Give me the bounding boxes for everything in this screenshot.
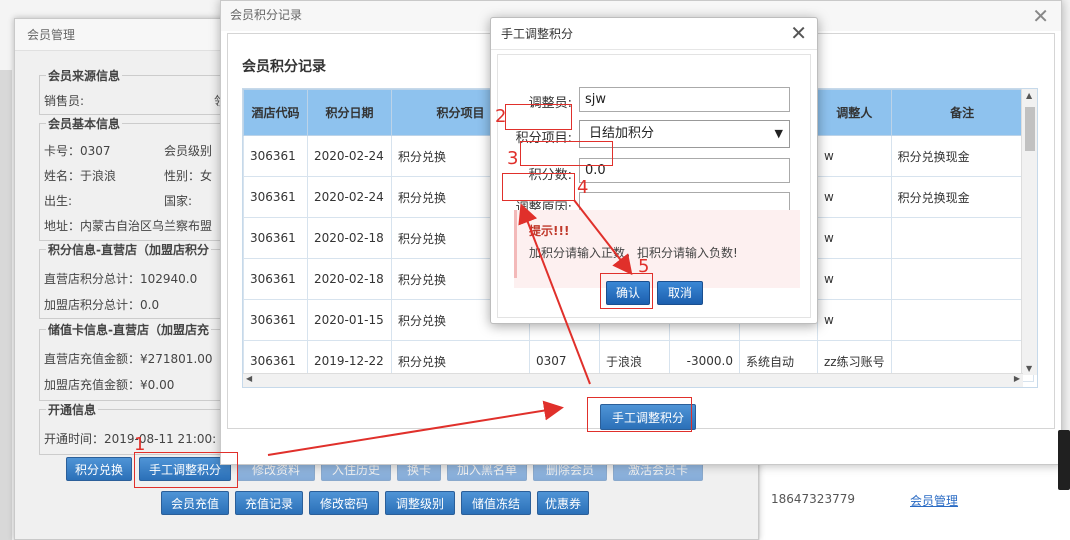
source-info-section: 会员来源信息 销售员: 领 [39,67,249,115]
table-cell [890,217,1034,259]
table-cell: w [817,176,892,218]
table-cell: 306361 [243,217,308,259]
background-member-list: 18647323779 会员管理 [760,460,1070,540]
annotation-number-5: 5 [638,256,650,277]
edge-indicator [1058,430,1070,490]
table-cell: w [817,135,892,177]
annotation-number-4: 4 [577,177,589,198]
franchise-points-total: 加盟店积分总计：0.0 [44,298,160,312]
manual-adjust-dialog: 手工调整积分 ✕ 调整员: sjw 积分项目: 日结加积分 ▼ 积分数: 0.0… [490,17,818,324]
freeze-stored-value-button[interactable]: 储值冻结 [461,491,531,515]
stored-value-section: 储值卡信息-直营店（加盟店充 直营店充值金额：¥271801.00 加盟店充值金… [39,321,249,401]
dialog-title: 手工调整积分 [491,18,817,50]
tip-box: 提示!!! 加积分请输入正数，扣积分请输入负数! [514,210,800,288]
card-number: 卡号：0307 [44,144,111,158]
coupon-button[interactable]: 优惠券 [537,491,589,515]
member-manage-link[interactable]: 会员管理 [910,492,958,509]
table-cell: 306361 [243,135,308,177]
points-count-input[interactable]: 0.0 [579,158,790,183]
basic-info-section: 会员基本信息 卡号：0307 会员级别 姓名：于浪浪 性别：女 出生: 国家: … [39,115,249,241]
column-header: 酒店代码 [243,89,308,136]
open-legend: 开通信息 [46,401,99,418]
annotation-number-1: 1 [134,434,146,455]
column-header: 积分日期 [307,89,392,136]
points-count-label: 积分数: [528,168,572,183]
tip-title: 提示!!! [529,224,570,238]
scroll-right-icon[interactable]: ▶ [1014,374,1020,383]
column-header: 备注 [890,89,1034,136]
table-cell: w [817,299,892,341]
dropdown-caret-icon: ▼ [774,127,783,140]
adjust-level-button[interactable]: 调整级别 [385,491,455,515]
dialog-close-icon[interactable]: ✕ [790,21,807,45]
vertical-scrollbar[interactable]: ▲ ▼ [1021,89,1037,375]
sales-label: 销售员: [44,94,85,108]
confirm-button[interactable]: 确认 [606,281,650,305]
direct-amount: 直营店充值金额：¥271801.00 [44,352,213,366]
table-cell: 2020-02-18 [307,217,392,259]
table-cell: 306361 [243,176,308,218]
member-birth: 出生: [44,194,73,208]
points-exchange-button[interactable]: 积分兑换 [66,457,132,481]
table-cell: 2020-02-24 [307,176,392,218]
horizontal-scrollbar[interactable]: ◀ ▶ [243,373,1023,387]
tip-text: 加积分请输入正数，扣积分请输入负数! [529,246,738,260]
manual-adjust-points-button[interactable]: 手工调整积分 [139,457,231,481]
member-recharge-button[interactable]: 会员充值 [161,491,229,515]
annotation-number-2: 2 [495,106,507,127]
franchise-amount: 加盟店充值金额：¥0.00 [44,378,175,392]
adjuster-label: 调整员: [528,96,572,111]
scroll-up-icon[interactable]: ▲ [1026,91,1032,100]
points-item-label: 积分项目: [515,131,572,146]
recharge-record-button[interactable]: 充值记录 [235,491,303,515]
table-cell: 2020-02-24 [307,135,392,177]
open-time: 开通时间：2019-08-11 21:00: [44,432,217,446]
table-cell: 积分兑换现金 [890,135,1034,177]
points-record-heading: 会员积分记录 [242,59,326,75]
points-info-section: 积分信息-直营店（加盟店积分 直营店积分总计：102940.0 加盟店积分总计：… [39,241,249,319]
member-address: 地址：内蒙古自治区乌兰察布盟 [44,219,213,233]
dialog-body: 调整员: sjw 积分项目: 日结加积分 ▼ 积分数: 0.0 调整原因: 提示… [497,54,811,318]
phone-cell: 18647323779 [771,492,855,506]
adjuster-input[interactable]: sjw [579,87,790,112]
member-country: 国家: [164,194,193,208]
table-cell [890,299,1034,341]
scroll-left-icon[interactable]: ◀ [246,374,252,383]
direct-points-total: 直营店积分总计：102940.0 [44,272,198,286]
close-icon[interactable]: ✕ [1032,4,1049,28]
table-cell: 2020-01-15 [307,299,392,341]
table-cell: w [817,258,892,300]
table-cell: 306361 [243,299,308,341]
column-header: 调整人 [817,89,892,136]
table-cell: 2020-02-18 [307,258,392,300]
points-item-value: 日结加积分 [589,126,655,141]
member-name: 姓名：于浪浪 [44,169,117,183]
scroll-down-icon[interactable]: ▼ [1026,364,1032,373]
table-cell: 306361 [243,258,308,300]
table-cell: w [817,217,892,259]
table-cell [890,258,1034,300]
change-password-button[interactable]: 修改密码 [309,491,379,515]
source-legend: 会员来源信息 [46,67,123,84]
tip-bar [514,210,517,278]
points-item-select[interactable]: 日结加积分 ▼ [579,120,790,148]
stored-legend: 储值卡信息-直营店（加盟店充 [46,321,211,338]
member-gender: 性别：女 [164,169,213,183]
member-level: 会员级别 [164,144,213,158]
basic-legend: 会员基本信息 [46,115,123,132]
annotation-number-3: 3 [507,148,519,169]
points-legend: 积分信息-直营店（加盟店积分 [46,241,211,258]
manual-adjust-points-main-button[interactable]: 手工调整积分 [600,404,696,430]
background-sidebar [0,70,12,540]
table-cell: 积分兑换现金 [890,176,1034,218]
scroll-thumb[interactable] [1025,107,1035,151]
cancel-button[interactable]: 取消 [657,281,703,305]
